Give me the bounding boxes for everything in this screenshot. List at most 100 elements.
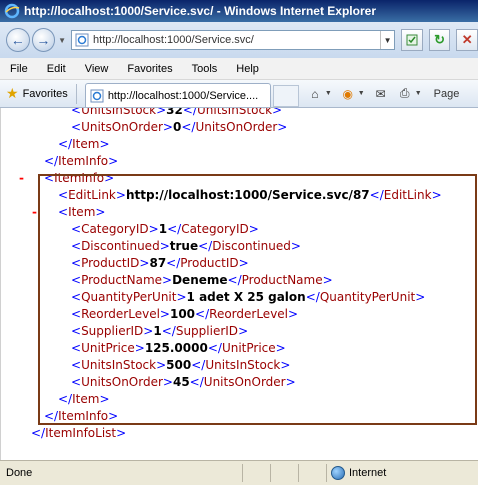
xml-line: </Item> (1, 391, 478, 408)
xml-markup: > (115, 188, 126, 202)
xml-markup: </ (31, 426, 46, 440)
xml-markup: > (288, 307, 299, 321)
xml-markup: > (415, 290, 426, 304)
xml-value: 1 adet X 25 galon (186, 290, 306, 304)
feeds-button[interactable]: ◉ ▼ (340, 86, 365, 102)
read-mail-button[interactable]: ✉ (373, 86, 389, 102)
xml-tag-name: ItemInfo (58, 409, 109, 423)
xml-markup: > (238, 324, 249, 338)
xml-markup: </ (207, 341, 222, 355)
xml-markup: > (108, 154, 119, 168)
collapse-toggle[interactable]: - (19, 170, 24, 187)
menu-view[interactable]: View (73, 63, 116, 75)
url-dropdown-button[interactable]: ▼ (380, 31, 394, 49)
xml-markup: < (71, 341, 82, 355)
xml-value: http://localhost:1000/Service.svc/87 (125, 188, 370, 202)
xml-value: 45 (172, 375, 190, 389)
xml-tag-name: ReorderLevel (81, 307, 160, 321)
tab-current[interactable]: http://localhost:1000/Service.... (84, 83, 271, 107)
xml-markup: > (322, 273, 333, 287)
recent-pages-dropdown[interactable]: ▼ (57, 36, 67, 45)
print-button[interactable]: ⎙ ▼ (397, 86, 422, 102)
xml-value: 125.0000 (144, 341, 208, 355)
xml-value: 32 (166, 108, 183, 117)
xml-markup: < (71, 256, 82, 270)
xml-markup: > (148, 222, 159, 236)
xml-markup: < (71, 290, 82, 304)
xml-markup: > (272, 108, 283, 117)
xml-markup: < (71, 307, 82, 321)
xml-markup: > (238, 256, 249, 270)
menu-favorites[interactable]: Favorites (115, 63, 179, 75)
xml-line: </Item> (1, 136, 478, 153)
menu-edit[interactable]: Edit (35, 63, 73, 75)
page-menu-label: Page (433, 87, 460, 100)
xml-line: <UnitsInStock>32</UnitsInStock> (1, 108, 478, 119)
xml-markup: > (248, 222, 259, 236)
xml-markup: > (280, 358, 291, 372)
refresh-button[interactable]: ↻ (428, 29, 451, 51)
menu-bar: File Edit View Favorites Tools Help (0, 58, 478, 80)
xml-markup: </ (44, 154, 59, 168)
xml-markup: </ (191, 358, 206, 372)
xml-line: - <ItemInfo> (1, 170, 478, 187)
xml-line: </ItemInfo> (1, 408, 478, 425)
xml-tag-name: ProductName (81, 273, 163, 287)
xml-tag-name: CategoryID (181, 222, 249, 236)
menu-help[interactable]: Help (224, 63, 266, 75)
xml-line: - <Item> (1, 204, 478, 221)
menu-file[interactable]: File (0, 63, 35, 75)
forward-button[interactable]: → (31, 28, 56, 52)
xml-markup: > (95, 205, 106, 219)
xml-markup: < (71, 108, 82, 117)
ie-logo-icon (4, 3, 20, 19)
xml-markup: > (159, 307, 170, 321)
xml-tag-name: ProductName (241, 273, 323, 287)
window-title: http://localhost:1000/Service.svc/ - Win… (24, 4, 376, 18)
url-text[interactable]: http://localhost:1000/Service.svc/ (93, 34, 380, 46)
mail-icon: ✉ (375, 86, 386, 101)
globe-icon (331, 466, 345, 480)
tab-bar: ★ Favorites http://localhost:1000/Servic… (0, 80, 478, 108)
xml-markup: < (58, 188, 69, 202)
xml-markup: < (71, 120, 82, 134)
xml-tag-name: ReorderLevel (209, 307, 289, 321)
xml-markup: </ (227, 273, 242, 287)
security-zone[interactable]: Internet (326, 464, 478, 482)
xml-tag-name: SupplierID (175, 324, 239, 338)
xml-markup: </ (181, 120, 196, 134)
stop-icon: ✕ (461, 32, 473, 47)
xml-document: <UnitsInStock>32</UnitsInStock> <UnitsOnO… (1, 108, 478, 442)
tab-label: http://localhost:1000/Service.... (107, 89, 259, 102)
stop-button[interactable]: ✕ (456, 29, 478, 51)
favorites-button[interactable]: ★ Favorites (6, 85, 68, 102)
home-button[interactable]: ⌂ ▼ (307, 86, 332, 102)
new-tab-button[interactable] (272, 85, 299, 107)
url-field[interactable]: http://localhost:1000/Service.svc/ ▼ (71, 30, 396, 50)
xml-markup: </ (369, 188, 384, 202)
xml-markup: </ (167, 222, 182, 236)
back-arrow-icon: ← (10, 32, 25, 48)
back-button[interactable]: ← (6, 28, 30, 52)
xml-markup: > (162, 120, 173, 134)
xml-markup: </ (195, 307, 210, 321)
compatibility-view-button[interactable] (401, 29, 423, 51)
xml-line: </ItemInfoList> (1, 425, 478, 442)
xml-value: 1 (153, 324, 162, 338)
xml-line: <UnitsOnOrder>45</UnitsOnOrder> (1, 374, 478, 391)
menu-tools[interactable]: Tools (180, 63, 225, 75)
xml-markup: > (275, 341, 286, 355)
xml-tag-name: Item (72, 137, 100, 151)
xml-tag-name: UnitPrice (81, 341, 135, 355)
xml-markup: > (116, 426, 127, 440)
xml-tag-name: EditLink (68, 188, 116, 202)
title-bar: http://localhost:1000/Service.svc/ - Win… (0, 0, 478, 22)
collapse-toggle[interactable]: - (32, 204, 37, 221)
xml-line: <Discontinued>true</Discontinued> (1, 238, 478, 255)
xml-tag-name: Discontinued (81, 239, 160, 253)
xml-tag-name: ProductID (81, 256, 140, 270)
page-menu-button[interactable]: Page (430, 88, 460, 100)
xml-markup: < (71, 375, 82, 389)
page-icon (75, 33, 89, 47)
xml-markup: < (58, 205, 69, 219)
